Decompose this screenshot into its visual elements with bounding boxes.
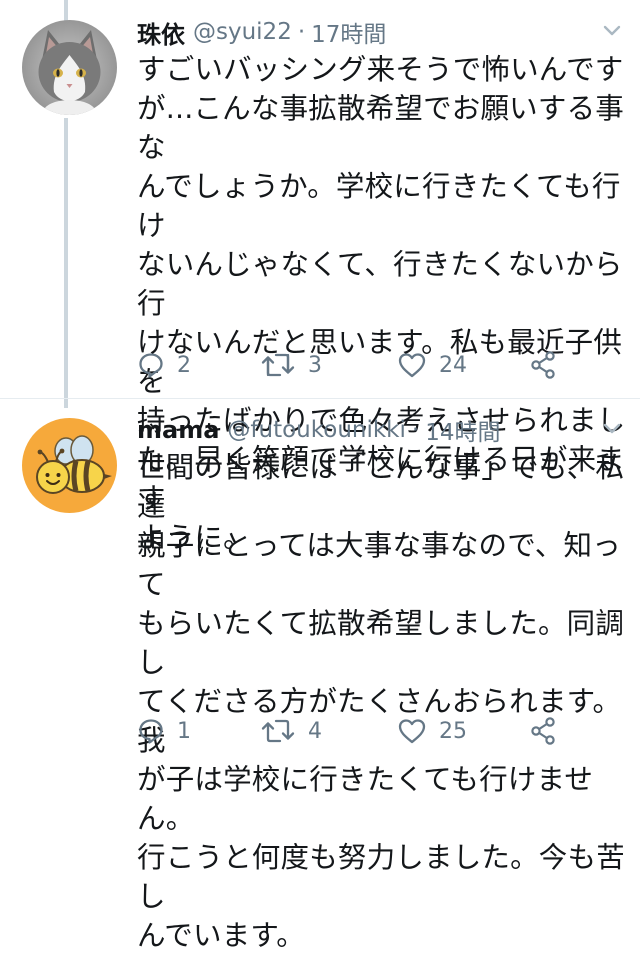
retweet-button[interactable]: 4 (260, 711, 322, 751)
separator-dot: · (297, 19, 306, 45)
avatar-bee[interactable] (22, 418, 117, 513)
share-button[interactable] (529, 711, 559, 751)
like-count: 25 (439, 718, 467, 744)
display-name[interactable]: mama (137, 416, 219, 444)
like-button[interactable]: 25 (397, 711, 467, 751)
reply-button[interactable]: 2 (137, 345, 191, 385)
avatar-cat[interactable] (22, 20, 117, 115)
share-icon (531, 351, 555, 379)
share-button[interactable] (529, 345, 559, 385)
tweet-1[interactable]: 珠依 @syui22 · 17時間 すごいバッシング来そうで怖いんです が...… (0, 0, 640, 554)
tweet-header: mama @futoukounikki · 14時間 (137, 412, 501, 448)
timestamp[interactable]: 17時間 (311, 15, 386, 49)
retweet-icon (261, 353, 295, 377)
retweet-count: 3 (308, 352, 322, 378)
timestamp[interactable]: 14時間 (425, 413, 500, 447)
reply-icon (139, 719, 163, 744)
tweet-text: 世間の皆様には「こんな事」でも、私達 親子にとっては大事な事なので、知って もら… (137, 451, 625, 952)
reply-count: 1 (177, 718, 191, 744)
user-handle[interactable]: @syui22 (193, 19, 292, 45)
tweet-actions: 1 4 25 (137, 711, 627, 751)
reply-count: 2 (177, 352, 191, 378)
retweet-button[interactable]: 3 (260, 345, 322, 385)
separator-dot: · (411, 417, 420, 443)
user-handle[interactable]: @futoukounikki (227, 417, 406, 443)
chevron-down-icon[interactable] (602, 24, 622, 38)
like-count: 24 (439, 352, 467, 378)
retweet-count: 4 (308, 718, 322, 744)
tweet-actions: 2 3 24 (137, 345, 627, 385)
reply-button[interactable]: 1 (137, 711, 191, 751)
chevron-down-icon[interactable] (602, 422, 622, 436)
heart-icon (398, 353, 426, 378)
tweet-header: 珠依 @syui22 · 17時間 (137, 14, 386, 50)
like-button[interactable]: 24 (397, 345, 467, 385)
display-name[interactable]: 珠依 (137, 15, 185, 50)
share-icon (531, 717, 555, 745)
heart-icon (398, 719, 426, 744)
tweet-2[interactable]: mama @futoukounikki · 14時間 世間の皆様には「こんな事」… (0, 398, 640, 952)
reply-icon (139, 353, 163, 378)
retweet-icon (261, 719, 295, 743)
